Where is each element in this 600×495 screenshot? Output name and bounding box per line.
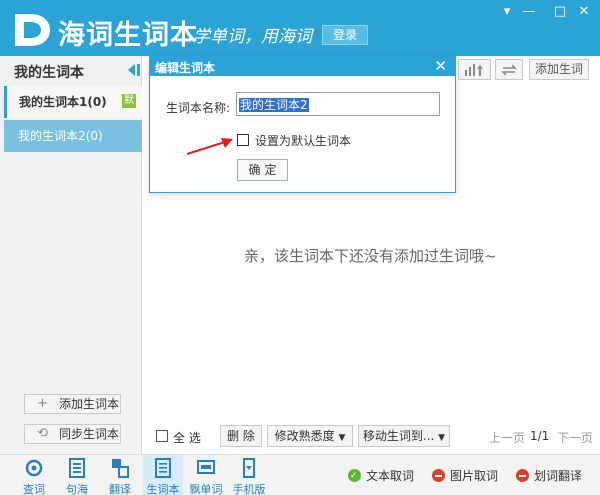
refresh-button[interactable] [495, 59, 523, 80]
nav-lookup[interactable]: 查词 [14, 455, 54, 495]
collapse-sidebar-icon[interactable] [127, 63, 141, 77]
image-capture-toggle[interactable]: 图片取词 [432, 467, 498, 485]
nav-mobile[interactable]: 手机版 [229, 455, 269, 495]
minimize-icon[interactable]: — [520, 4, 538, 20]
sort-icon [464, 64, 483, 76]
book-label: 我的生词本2(0) [18, 129, 103, 143]
empty-message: 亲，该生词本下还没有添加过生词哦~ [244, 247, 497, 265]
close-icon[interactable]: ✕ [434, 57, 447, 75]
sidebar: 我的生词本 我的生词本1(0) 默 我的生词本2(0) + 添加生词本 ⟲ 同步… [0, 56, 142, 454]
edit-notebook-dialog: 编辑生词本 ✕ 生词本名称: 我的生词本2 设置为默认生词本 确定 [149, 56, 456, 193]
sidebar-item-book-1[interactable]: 我的生词本1(0) 默 [4, 86, 142, 118]
nav-notebook[interactable]: 生词本 [143, 455, 183, 495]
haici-logo-icon [15, 14, 50, 46]
notebook-name-value: 我的生词本2 [239, 98, 309, 112]
default-notebook-label[interactable]: 设置为默认生词本 [255, 132, 351, 149]
swap-icon [501, 64, 517, 76]
app-slogan: 学单词，用海词 [193, 27, 312, 47]
floating-word-icon [197, 460, 215, 474]
sidebar-item-book-2[interactable]: 我的生词本2(0) [4, 120, 142, 152]
status-off-icon [516, 469, 529, 482]
text-capture-toggle[interactable]: 文本取词 [348, 467, 414, 485]
notebook-name-input[interactable]: 我的生词本2 [236, 92, 440, 116]
plus-icon: + [37, 396, 48, 411]
maximize-icon[interactable]: □ [551, 4, 569, 20]
sync-notebook-button[interactable]: ⟲ 同步生词本 [24, 424, 121, 444]
close-icon[interactable]: ✕ [575, 4, 593, 20]
selection-translate-toggle[interactable]: 划词翻译 [516, 467, 582, 485]
nav-floating-words[interactable]: 飘单词 [186, 455, 226, 495]
prev-page-link[interactable]: 上一页 [489, 429, 525, 446]
sync-icon: ⟲ [37, 426, 48, 441]
notebook-name-label: 生词本名称: [166, 101, 231, 115]
add-word-button[interactable]: 添加生词 [529, 59, 589, 80]
app-title: 海词生词本 [58, 20, 198, 51]
dialog-title: 编辑生词本 [155, 61, 216, 75]
word-actions-bar: 全 选 删 除 修改熟悉度 ▼ 移动生词到... ▼ 上一页 1/1 下一页 [143, 425, 600, 449]
chevron-down-icon: ▼ [338, 433, 346, 443]
next-page-link[interactable]: 下一页 [557, 429, 593, 446]
page-indicator: 1/1 [530, 429, 550, 443]
search-icon [25, 459, 43, 477]
dropdown-menu-icon[interactable]: ▾ [498, 4, 516, 20]
ok-button[interactable]: 确定 [237, 159, 288, 181]
mobile-icon [243, 458, 255, 478]
status-on-icon [348, 467, 361, 485]
notebook-icon [155, 458, 171, 478]
nav-sentences[interactable]: 句海 [57, 455, 97, 495]
select-all-label: 全 选 [173, 431, 201, 445]
default-notebook-checkbox[interactable] [237, 134, 249, 146]
document-icon [69, 458, 85, 478]
annotation-arrow-icon [186, 138, 233, 155]
login-button[interactable]: 登录 [322, 25, 368, 45]
title-bar: 海词生词本 学单词，用海词 登录 ▾ — □ ✕ [0, 0, 600, 56]
chevron-down-icon: ▼ [438, 433, 446, 443]
translate-icon [112, 459, 129, 478]
sort-button[interactable] [458, 59, 491, 80]
nav-translate[interactable]: 翻译 [100, 455, 140, 495]
move-word-dropdown[interactable]: 移动生词到... ▼ [358, 425, 450, 447]
sidebar-title: 我的生词本 [14, 65, 84, 81]
book-label: 我的生词本1(0) [19, 95, 107, 109]
familiarity-dropdown[interactable]: 修改熟悉度 ▼ [267, 425, 353, 447]
default-badge: 默 [122, 94, 136, 108]
status-off-icon [432, 469, 445, 482]
delete-button[interactable]: 删 除 [220, 425, 262, 447]
dialog-header: 编辑生词本 ✕ [150, 57, 455, 76]
add-notebook-button[interactable]: + 添加生词本 [24, 394, 121, 414]
select-all-checkbox[interactable] [156, 430, 168, 442]
sidebar-header: 我的生词本 [0, 56, 142, 84]
footer-bar: 查词 句海 翻译 生词本 飘单词 手机版 ✓文本取词 图片取词 划词翻译 [0, 454, 600, 495]
